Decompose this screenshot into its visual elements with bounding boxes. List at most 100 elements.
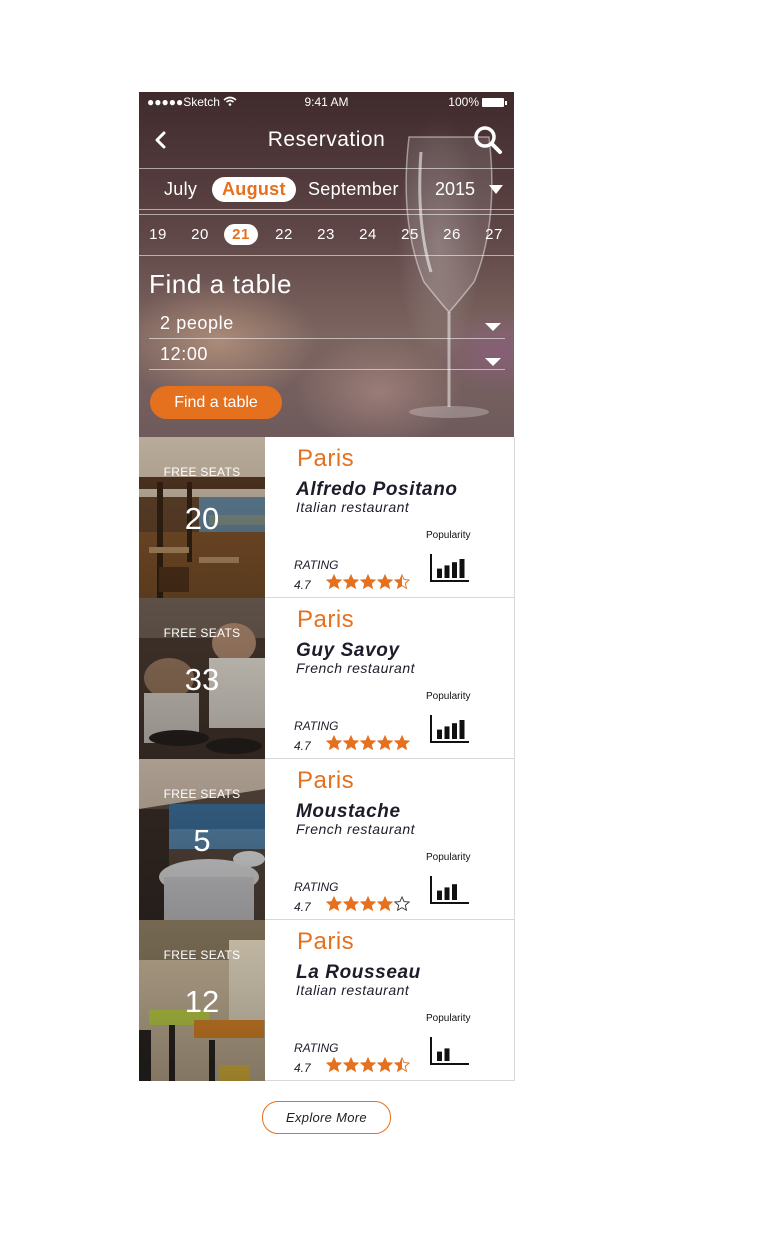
- restaurant-cuisine: Italian restaurant: [296, 982, 410, 998]
- battery-status: 100%: [448, 95, 507, 109]
- day-24[interactable]: 24: [351, 226, 385, 243]
- popularity-chart-icon: [430, 1037, 469, 1065]
- star-full-icon: [326, 1057, 342, 1072]
- free-seats-count: 20: [184, 501, 220, 536]
- popularity-bar: [444, 887, 450, 900]
- star-full-icon: [377, 1057, 393, 1072]
- chevron-down-icon: [485, 323, 501, 331]
- star-full-icon: [343, 735, 359, 750]
- star-full-icon: [377, 896, 393, 911]
- year-dropdown-icon[interactable]: [489, 185, 503, 194]
- free-seats-label: FREE SEATS: [163, 787, 241, 801]
- search-button[interactable]: [472, 124, 504, 156]
- restaurant-name[interactable]: Alfredo Positano: [296, 479, 458, 501]
- popularity-bar: [444, 565, 450, 578]
- day-23[interactable]: 23: [309, 226, 343, 243]
- month-august[interactable]: August: [212, 177, 296, 202]
- rating-label: RATING: [294, 719, 339, 733]
- people-value: 2 people: [160, 313, 234, 333]
- day-20[interactable]: 20: [183, 226, 217, 243]
- restaurant-cuisine: French restaurant: [296, 821, 415, 837]
- popularity-bar: [437, 1051, 442, 1061]
- star-full-icon: [326, 574, 342, 589]
- restaurant-card[interactable]: FREE SEATS 12 Paris La Rousseau Italian …: [139, 920, 515, 1081]
- popularity-chart-icon: [430, 715, 469, 743]
- reservation-hero: ●●●●●Sketch 9:41 AM 100% Reservation Jul…: [139, 92, 514, 437]
- page-title: Reservation: [267, 128, 386, 151]
- popularity-bar: [444, 1048, 450, 1061]
- free-seats-label: FREE SEATS: [163, 626, 241, 640]
- find-table-heading: Find a table: [149, 269, 293, 299]
- star-full-icon: [343, 1057, 359, 1072]
- star-full-icon: [360, 574, 376, 589]
- star-full-icon: [394, 735, 410, 750]
- popularity-bar: [444, 726, 450, 739]
- star-rating: [326, 574, 410, 589]
- rating-label: RATING: [294, 880, 339, 894]
- popularity-bar: [459, 720, 465, 739]
- explore-more-button[interactable]: Explore More: [262, 1101, 391, 1134]
- star-rating: [326, 735, 410, 750]
- rating-value: 4.7: [294, 900, 311, 914]
- month-july[interactable]: July: [164, 179, 197, 200]
- restaurant-city: Paris: [297, 606, 355, 633]
- free-seats-count: 12: [184, 984, 220, 1019]
- day-22[interactable]: 22: [267, 226, 301, 243]
- battery-text: 100%: [448, 95, 479, 109]
- popularity-label: Popularity: [426, 852, 471, 863]
- nav-bar: Reservation: [139, 114, 514, 166]
- phone-screen: ●●●●●Sketch 9:41 AM 100% Reservation Jul…: [139, 92, 515, 1082]
- star-full-icon: [326, 735, 342, 750]
- popularity-chart-icon: [430, 876, 469, 904]
- restaurant-city: Paris: [297, 445, 355, 472]
- time-select[interactable]: 12:00: [149, 341, 505, 370]
- popularity-label: Popularity: [426, 530, 471, 541]
- restaurant-name[interactable]: Guy Savoy: [296, 640, 400, 662]
- day-21[interactable]: 21: [224, 224, 258, 245]
- free-seats-label: FREE SEATS: [163, 948, 241, 962]
- star-rating: [326, 896, 410, 911]
- restaurant-cuisine: Italian restaurant: [296, 499, 410, 515]
- rating-value: 4.7: [294, 739, 311, 753]
- rating-value: 4.7: [294, 578, 311, 592]
- popularity-bar: [452, 884, 457, 900]
- year-select[interactable]: 2015: [435, 179, 475, 200]
- free-seats-count: 33: [184, 662, 220, 697]
- restaurant-name[interactable]: La Rousseau: [296, 962, 421, 984]
- restaurant-cuisine: French restaurant: [296, 660, 415, 676]
- chevron-down-icon: [485, 358, 501, 366]
- popularity-bar: [452, 723, 457, 739]
- popularity-bar: [437, 890, 442, 900]
- find-table-button[interactable]: Find a table: [150, 386, 282, 419]
- rating-value: 4.7: [294, 1061, 311, 1075]
- star-full-icon: [343, 574, 359, 589]
- search-icon: [474, 126, 502, 154]
- star-empty-icon: [394, 896, 410, 911]
- popularity-bar: [459, 559, 465, 578]
- restaurant-card[interactable]: FREE SEATS 33 Paris Guy Savoy French res…: [139, 598, 515, 759]
- free-seats-label: FREE SEATS: [163, 465, 241, 479]
- month-selector: July August September 2015: [139, 168, 514, 210]
- star-full-icon: [360, 1057, 376, 1072]
- popularity-label: Popularity: [426, 691, 471, 702]
- restaurant-card[interactable]: FREE SEATS 5 Paris Moustache French rest…: [139, 759, 515, 920]
- restaurant-name[interactable]: Moustache: [296, 801, 401, 823]
- popularity-chart-icon: [430, 554, 469, 582]
- people-select[interactable]: 2 people: [149, 310, 505, 339]
- rating-label: RATING: [294, 1041, 339, 1055]
- day-25[interactable]: 25: [393, 226, 427, 243]
- day-26[interactable]: 26: [435, 226, 469, 243]
- popularity-bar: [452, 562, 457, 578]
- day-27[interactable]: 27: [477, 226, 511, 243]
- rating-label: RATING: [294, 558, 339, 572]
- star-half-icon: [394, 1057, 410, 1072]
- battery-icon: [482, 97, 507, 107]
- day-selector: 19 20 21 22 23 24 25 26 27: [139, 214, 514, 256]
- star-full-icon: [326, 896, 342, 911]
- day-19[interactable]: 19: [141, 226, 175, 243]
- month-september[interactable]: September: [308, 179, 399, 200]
- restaurant-city: Paris: [297, 767, 355, 794]
- restaurant-card[interactable]: FREE SEATS 20 Paris Alfredo Positano Ita…: [139, 437, 515, 598]
- star-half-icon: [394, 574, 410, 589]
- status-bar: ●●●●●Sketch 9:41 AM 100%: [139, 92, 514, 112]
